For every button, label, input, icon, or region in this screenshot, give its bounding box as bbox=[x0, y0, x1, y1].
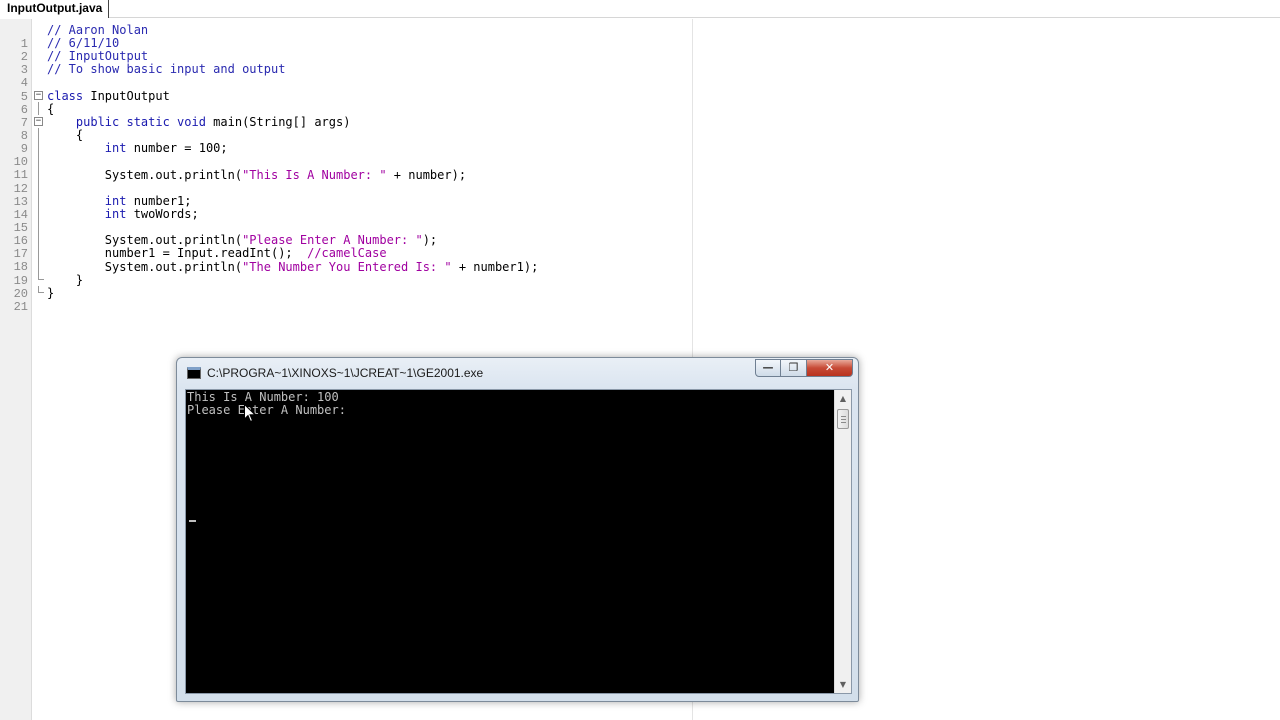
fold-guide bbox=[38, 141, 39, 155]
inline-comment: //camelCase bbox=[307, 246, 387, 261]
text-caret bbox=[189, 520, 196, 522]
code-line: 7 { bbox=[0, 101, 700, 130]
close-button[interactable]: ✕ bbox=[807, 359, 853, 377]
code-text: number1 = Input.readInt(); //camelCase bbox=[47, 246, 387, 261]
code-line: 16 bbox=[0, 220, 700, 248]
keyword-int: int bbox=[104, 206, 127, 221]
code-line: 19 System.out.println("The Number You En… bbox=[0, 259, 700, 288]
code-line: 10 int number = 100; bbox=[0, 141, 700, 169]
code-text: // To show basic input and output bbox=[47, 62, 286, 77]
code-line: 11 bbox=[0, 154, 700, 182]
fold-guide bbox=[38, 128, 39, 142]
code-text: // InputOutput bbox=[47, 49, 149, 64]
fold-guide bbox=[38, 154, 39, 168]
console-window-title: C:\PROGRA~1\XINOXS~1\JCREAT~1\GE2001.exe bbox=[207, 366, 484, 380]
code-text: System.out.println("Please Enter A Numbe… bbox=[47, 233, 438, 248]
code-line: 17 System.out.println("Please Enter A Nu… bbox=[0, 233, 700, 261]
minimize-button[interactable]: — bbox=[755, 359, 781, 377]
fold-guide bbox=[38, 233, 39, 247]
code-text: int twoWords; bbox=[104, 206, 199, 221]
string-literal: "The Number You Entered Is: " bbox=[242, 259, 452, 274]
scroll-up-arrow-icon[interactable]: ▲ bbox=[835, 390, 851, 407]
code-line: 20 } bbox=[0, 272, 700, 301]
fold-end-marker bbox=[38, 272, 44, 280]
fold-guide bbox=[38, 193, 39, 207]
code-text: { bbox=[47, 128, 84, 143]
code-text: int number = 100; bbox=[104, 141, 228, 156]
fold-guide bbox=[38, 259, 39, 273]
code-text: System.out.println("The Number You Enter… bbox=[47, 259, 539, 274]
mouse-pointer-icon bbox=[244, 404, 256, 423]
grip-line bbox=[841, 422, 846, 423]
keyword-class: class bbox=[47, 88, 84, 103]
maximize-button[interactable]: ❐ bbox=[781, 359, 807, 377]
code-line: 6 − class InputOutput bbox=[0, 88, 700, 117]
scroll-down-arrow-icon[interactable]: ▼ bbox=[835, 676, 851, 693]
tab-inputoutput-java[interactable]: InputOutput.java bbox=[0, 0, 110, 18]
code-text: System.out.println("This Is A Number: " … bbox=[47, 167, 467, 182]
code-line: 1 // Aaron Nolan bbox=[0, 23, 700, 51]
code-line: 13 bbox=[0, 180, 700, 209]
code-text: // Aaron Nolan bbox=[47, 23, 149, 37]
code-text: { bbox=[47, 101, 55, 116]
keyword: public static void bbox=[75, 114, 206, 129]
code-line: 2 // 6/11/10 bbox=[0, 36, 700, 64]
console-output-area[interactable]: This Is A Number: 100 Please Enter A Numb… bbox=[185, 389, 852, 694]
code-text: } bbox=[47, 285, 55, 300]
console-text: This Is A Number: 100 Please Enter A Numb… bbox=[187, 391, 832, 416]
code-line: 9 { bbox=[0, 128, 700, 156]
code-text: int number1; bbox=[104, 193, 192, 208]
fold-end-marker bbox=[38, 285, 44, 293]
fold-guide bbox=[38, 220, 39, 234]
code-line: 3 // InputOutput bbox=[0, 49, 700, 77]
code-text: public static void main(String[] args) bbox=[75, 114, 351, 129]
fold-collapse-icon[interactable]: − bbox=[34, 116, 43, 126]
string-literal: "Please Enter A Number: " bbox=[242, 233, 423, 248]
code-text: // 6/11/10 bbox=[47, 36, 120, 51]
code-line: 5 bbox=[0, 76, 700, 104]
fold-guide bbox=[38, 246, 39, 260]
fold-guide bbox=[38, 101, 39, 115]
console-window[interactable]: C:\PROGRA~1\XINOXS~1\JCREAT~1\GE2001.exe… bbox=[176, 357, 859, 702]
fold-guide bbox=[38, 180, 39, 194]
console-line: Please Enter A Number: bbox=[187, 402, 346, 417]
code-line: 14 int number1; bbox=[0, 193, 700, 222]
fold-guide bbox=[38, 167, 39, 181]
line-number: 21 bbox=[13, 299, 28, 314]
code-line: 8 − public static void main(String[] arg… bbox=[0, 114, 700, 143]
grip-line bbox=[841, 419, 846, 420]
editor-tab-bar: InputOutput.java bbox=[0, 0, 1280, 18]
fold-guide bbox=[38, 206, 39, 221]
code-text: } bbox=[47, 272, 84, 287]
code-line: 15 int twoWords; bbox=[0, 206, 700, 235]
code-line: 18 number1 = Input.readInt(); //camelCas… bbox=[0, 246, 700, 274]
code-line: 21 } bbox=[0, 285, 700, 314]
code-line: 4 // To show basic input and output bbox=[0, 62, 700, 90]
code-text: class InputOutput bbox=[47, 88, 170, 103]
fold-collapse-icon[interactable]: − bbox=[34, 90, 43, 100]
scrollbar-thumb[interactable] bbox=[837, 409, 849, 429]
keyword-int: int bbox=[104, 141, 127, 156]
code-line: 12 System.out.println("This Is A Number:… bbox=[0, 167, 700, 196]
console-window-icon[interactable] bbox=[187, 367, 201, 379]
vertical-scrollbar[interactable]: ▲ ▼ bbox=[834, 390, 851, 693]
caption-buttons: — ❐ ✕ bbox=[755, 359, 853, 379]
grip-line bbox=[841, 416, 846, 417]
console-line: This Is A Number: 100 bbox=[187, 390, 339, 404]
string-literal: "This Is A Number: " bbox=[242, 167, 387, 182]
code-lines: 1 // Aaron Nolan 2 // 6/11/10 3 // Input… bbox=[0, 23, 700, 314]
keyword-int: int bbox=[104, 193, 127, 208]
